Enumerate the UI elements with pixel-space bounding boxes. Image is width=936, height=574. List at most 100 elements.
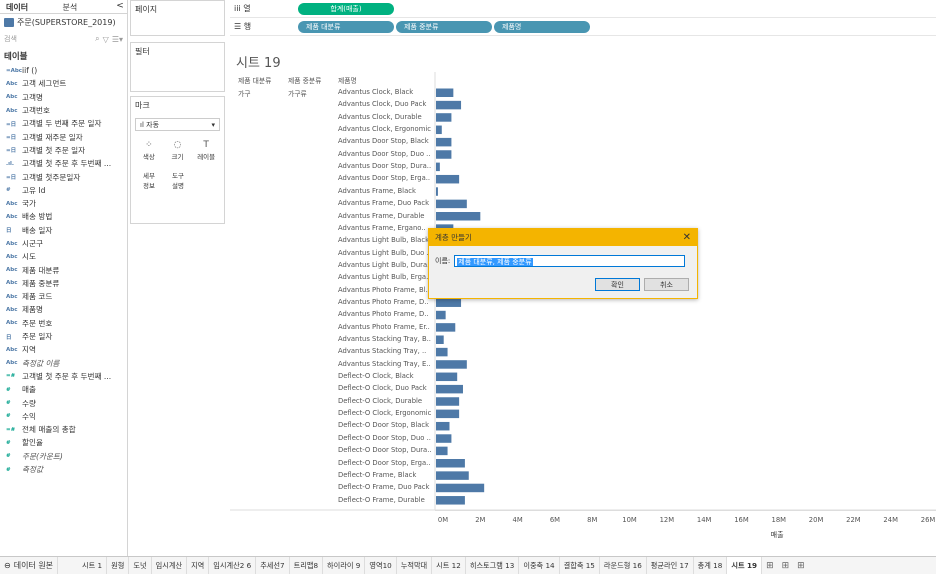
bar[interactable] <box>436 88 454 98</box>
bar[interactable] <box>436 446 448 456</box>
sheet-tab[interactable]: 결합축 15 <box>560 557 600 574</box>
bar[interactable] <box>436 459 465 468</box>
sheet-tab[interactable]: 총계 18 <box>694 557 728 574</box>
field-item[interactable]: Abc 주문 번호 <box>0 317 127 330</box>
bar[interactable] <box>436 310 446 320</box>
search-icon[interactable]: ⌕ <box>95 34 99 44</box>
field-item[interactable]: Abc 지역 <box>0 343 127 356</box>
mark-detail-button[interactable]: 세부 정보 <box>136 167 162 193</box>
bar[interactable] <box>436 421 450 431</box>
mark-color-button[interactable]: ⁘ 색상 <box>136 137 162 163</box>
sheet-tab[interactable]: 시트 12 <box>432 557 466 574</box>
bar[interactable] <box>436 409 460 419</box>
field-item[interactable]: Abc 제품명 <box>0 303 127 316</box>
sheet-tab[interactable]: 임시계산 <box>152 557 188 574</box>
field-item[interactable]: =# 전체 매출의 총합 <box>0 423 127 436</box>
filter-icon[interactable]: ▽ <box>103 35 109 44</box>
new-dashboard-icon[interactable]: ⊞ <box>778 561 794 571</box>
field-item[interactable]: Abc 제품 대분류 <box>0 263 127 276</box>
field-item[interactable]: 日 배송 일자 <box>0 224 127 237</box>
pill-subcategory[interactable]: 제품 중분류 <box>396 20 492 33</box>
bar[interactable] <box>436 174 460 184</box>
field-item[interactable]: Abc 고객번호 <box>0 104 127 117</box>
field-item[interactable]: # 주문(카운트) <box>0 450 127 463</box>
field-item[interactable]: # 수익 <box>0 410 127 423</box>
field-item[interactable]: Abc 시군구 <box>0 237 127 250</box>
bar[interactable] <box>436 162 440 172</box>
sheet-tab[interactable]: 평균라인 17 <box>647 557 694 574</box>
field-item[interactable]: .ıl. 고객별 첫 주문 후 두번째 ... <box>0 157 127 170</box>
cancel-button[interactable]: 취소 <box>644 278 689 291</box>
tab-data[interactable]: 데이터 <box>0 0 57 13</box>
collapse-icon[interactable]: < <box>113 0 127 13</box>
field-item[interactable]: # 고유 Id <box>0 184 127 197</box>
new-sheet-icon[interactable]: ⊞ <box>762 561 778 571</box>
data-source-tab[interactable]: ⊖ 데이터 원본 <box>0 557 59 574</box>
bar[interactable] <box>436 434 452 443</box>
pill-product-name[interactable]: 제품명 <box>494 20 590 33</box>
view-options-icon[interactable]: ☰▾ <box>112 35 123 44</box>
field-item[interactable]: # 측정값 <box>0 463 127 476</box>
rows-shelf[interactable]: ☰ 행 제품 대분류 제품 중분류 제품명 <box>230 18 936 36</box>
pill-sum-sales[interactable]: 합계(매출) <box>298 2 394 15</box>
bar[interactable] <box>436 187 438 196</box>
field-item[interactable]: # 수량 <box>0 396 127 409</box>
field-item[interactable]: Abc 국가 <box>0 197 127 210</box>
field-item[interactable]: Abc 고객 세그먼트 <box>0 77 127 90</box>
bar[interactable] <box>436 113 452 122</box>
filters-card[interactable]: 필터 <box>130 42 225 92</box>
field-item[interactable]: Abc 시도 <box>0 250 127 263</box>
sheet-tab[interactable]: 원형 <box>107 557 130 574</box>
mark-tooltip-button[interactable]: 도구 설명 <box>165 167 191 193</box>
field-item[interactable]: =日 고객별 재주문 일자 <box>0 130 127 143</box>
ok-button[interactable]: 확인 <box>595 278 640 291</box>
bar[interactable] <box>436 347 448 357</box>
bar[interactable] <box>436 125 442 135</box>
bar[interactable] <box>436 150 452 159</box>
bar[interactable] <box>436 212 481 221</box>
sheet-tab[interactable]: 트리맵8 <box>290 557 324 574</box>
sheet-tab[interactable]: 하이라이 9 <box>323 557 366 574</box>
bar[interactable] <box>436 496 465 505</box>
bar[interactable] <box>436 335 444 345</box>
bar[interactable] <box>436 323 456 332</box>
bar[interactable] <box>436 360 467 369</box>
bar[interactable] <box>436 372 458 382</box>
new-story-icon[interactable]: ⊞ <box>793 561 809 571</box>
search-input[interactable]: 검색 <box>4 34 92 44</box>
field-item[interactable]: Abc 제품 코드 <box>0 290 127 303</box>
pill-category[interactable]: 제품 대분류 <box>298 20 394 33</box>
sheet-tab[interactable]: 시트 19 <box>727 557 763 574</box>
sheet-tab[interactable]: 히스토그램 13 <box>466 557 520 574</box>
sheet-tab[interactable]: 지역 <box>187 557 210 574</box>
bar[interactable] <box>436 384 463 394</box>
field-item[interactable]: Abc 고객명 <box>0 91 127 104</box>
bar[interactable] <box>436 298 462 307</box>
columns-shelf[interactable]: iii 열 합계(매출) <box>230 0 936 18</box>
hierarchy-name-input[interactable]: 제품 대분류, 제품 중분류 <box>454 255 686 267</box>
tab-analysis[interactable]: 분석 <box>57 0 114 13</box>
sheet-tab[interactable]: 추세선7 <box>256 557 290 574</box>
sheet-tab[interactable]: 라운드형 16 <box>600 557 647 574</box>
sheet-tab[interactable]: 도넛 <box>129 557 152 574</box>
sheet-tab[interactable]: 이중축 14 <box>519 557 560 574</box>
mark-size-button[interactable]: ◌ 크기 <box>165 137 191 163</box>
bar[interactable] <box>436 137 452 147</box>
bar[interactable] <box>436 100 462 110</box>
field-item[interactable]: =日 고객별 첫 주문 일자 <box>0 144 127 157</box>
sheet-tab[interactable]: 시트 1 <box>78 557 108 574</box>
field-item[interactable]: # 할인율 <box>0 436 127 449</box>
sheet-tab[interactable]: 누적막대 <box>397 557 433 574</box>
field-item[interactable]: =日 고객별 첫주문일자 <box>0 170 127 183</box>
data-source-item[interactable]: 주문(SUPERSTORE_2019) <box>0 14 127 30</box>
mark-label-button[interactable]: T 레이블 <box>193 137 219 163</box>
field-item[interactable]: Abc 측정값 이름 <box>0 357 127 370</box>
field-item[interactable]: # 매출 <box>0 383 127 396</box>
close-icon[interactable]: ✕ <box>683 232 691 243</box>
bar[interactable] <box>436 397 460 406</box>
field-item[interactable]: =Abc iif () <box>0 64 127 77</box>
field-item[interactable]: Abc 배송 방법 <box>0 210 127 223</box>
field-item[interactable]: Abc 제품 중분류 <box>0 277 127 290</box>
bar[interactable] <box>436 199 467 209</box>
bar[interactable] <box>436 471 469 480</box>
